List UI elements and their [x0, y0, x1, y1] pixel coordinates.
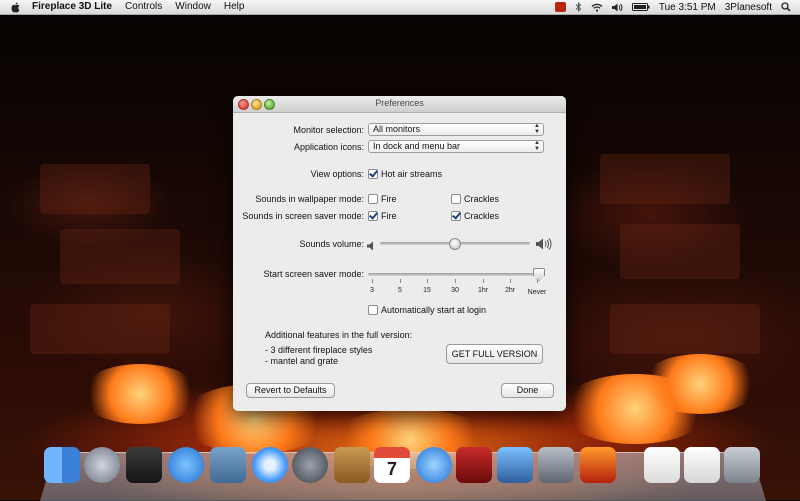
menu-clock[interactable]: Tue 3:51 PM — [659, 2, 716, 13]
full-version-feature-1: - 3 different fireplace styles — [265, 345, 373, 355]
screensaver-tick-label[interactable]: 3 — [360, 287, 384, 294]
screensaver-mode-label: Start screen saver mode: — [263, 269, 364, 279]
monitor-selection-value: All monitors — [373, 124, 421, 134]
screensaver-tick-label[interactable]: 30 — [443, 287, 467, 294]
wallpaper-crackles-checkbox[interactable] — [451, 194, 461, 204]
screensaver-tick-mark — [537, 279, 538, 283]
screensaver-tick-mark — [372, 279, 373, 283]
screensaver-crackles-label: Crackles — [464, 211, 500, 221]
wallpaper-fire-label: Fire — [381, 194, 397, 204]
fireplace-status-icon[interactable] — [554, 2, 566, 12]
wallpaper-crackles-label: Crackles — [464, 194, 500, 204]
bluetooth-icon[interactable] — [575, 2, 582, 12]
menu-user[interactable]: 3Planesoft — [725, 2, 772, 13]
screensaver-tick-label[interactable]: 2hr — [498, 287, 522, 294]
screensaver-tick-label[interactable]: Never — [525, 289, 549, 296]
hot-air-streams-label: Hot air streams — [381, 169, 443, 179]
screensaver-crackles-checkbox[interactable] — [451, 211, 461, 221]
calendar-icon[interactable]: 7 — [374, 447, 410, 483]
done-button[interactable]: Done — [501, 383, 554, 398]
monitor-selection-popup[interactable]: All monitors ▲ ▼ — [368, 123, 544, 136]
menu-window[interactable]: Window — [175, 0, 211, 14]
wifi-icon[interactable] — [591, 3, 603, 12]
dashboard-icon[interactable] — [126, 447, 162, 483]
launchpad-icon[interactable] — [84, 447, 120, 483]
document-icon-2[interactable] — [684, 447, 720, 483]
volume-icon[interactable] — [611, 3, 623, 12]
screensaver-tick-mark — [400, 279, 401, 283]
popup-arrows-icon: ▲ ▼ — [534, 123, 540, 135]
wallpaper-fire-checkbox[interactable] — [368, 194, 378, 204]
screensaver-tick-mark — [510, 279, 511, 283]
auto-start-checkbox[interactable] — [368, 305, 378, 315]
screensaver-fire-label: Fire — [381, 211, 397, 221]
finder-icon[interactable] — [44, 447, 80, 483]
battery-icon[interactable] — [631, 3, 650, 11]
document-icon[interactable] — [644, 447, 680, 483]
screensaver-tick-mark — [427, 279, 428, 283]
full-version-heading: Additional features in the full version: — [265, 330, 413, 340]
address-book-icon[interactable] — [334, 447, 370, 483]
full-version-feature-2: - mantel and grate — [265, 356, 339, 366]
application-icons-popup[interactable]: In dock and menu bar ▲ ▼ — [368, 140, 544, 153]
screensaver-slider-knob[interactable] — [533, 268, 545, 281]
screensaver-tick-mark — [483, 279, 484, 283]
menu-bar: Fireplace 3D Lite Controls Window Help T… — [0, 0, 800, 15]
fireplace-lite-icon[interactable] — [580, 447, 616, 483]
volume-slider-knob[interactable] — [449, 238, 461, 250]
menu-app-name[interactable]: Fireplace 3D Lite — [32, 0, 112, 14]
screensaver-tick-label[interactable]: 15 — [415, 287, 439, 294]
sounds-screensaver-label: Sounds in screen saver mode: — [242, 211, 364, 221]
get-full-version-button[interactable]: GET FULL VERSION — [446, 344, 543, 364]
screensaver-fire-checkbox[interactable] — [368, 211, 378, 221]
screensaver-slider-track[interactable] — [368, 273, 542, 276]
monitor-selection-label: Monitor selection: — [293, 125, 364, 135]
volume-low-icon — [367, 238, 375, 256]
photo-booth-icon[interactable] — [456, 447, 492, 483]
preferences-window: Preferences Monitor selection: All monit… — [233, 96, 566, 411]
sounds-volume-label: Sounds volume: — [299, 239, 364, 249]
popup-arrows-icon: ▲ ▼ — [534, 140, 540, 152]
itunes-icon[interactable] — [416, 447, 452, 483]
system-preferences-icon[interactable] — [538, 447, 574, 483]
menu-controls[interactable]: Controls — [125, 0, 162, 14]
revert-to-defaults-button[interactable]: Revert to Defaults — [246, 383, 335, 398]
sounds-wallpaper-label: Sounds in wallpaper mode: — [255, 194, 364, 204]
mail-icon[interactable] — [210, 447, 246, 483]
view-options-label: View options: — [310, 169, 364, 179]
safari-icon[interactable] — [252, 447, 288, 483]
screensaver-tick-label[interactable]: 1hr — [471, 287, 495, 294]
window-titlebar[interactable]: Preferences — [233, 96, 566, 113]
iphoto-icon[interactable] — [497, 447, 533, 483]
screensaver-tick-label[interactable]: 5 — [388, 287, 412, 294]
facetime-icon[interactable] — [292, 447, 328, 483]
spotlight-icon[interactable] — [781, 2, 791, 12]
application-icons-value: In dock and menu bar — [373, 141, 461, 151]
app-store-icon[interactable] — [168, 447, 204, 483]
screensaver-tick-mark — [455, 279, 456, 283]
auto-start-label: Automatically start at login — [381, 305, 487, 315]
hot-air-streams-checkbox[interactable] — [368, 169, 378, 179]
calendar-day: 7 — [386, 459, 397, 479]
apple-logo-icon[interactable] — [10, 1, 22, 13]
window-title: Preferences — [375, 98, 424, 108]
application-icons-label: Application icons: — [293, 142, 364, 152]
trash-icon[interactable] — [724, 447, 760, 483]
menu-help[interactable]: Help — [224, 0, 245, 14]
volume-high-icon — [536, 237, 552, 255]
